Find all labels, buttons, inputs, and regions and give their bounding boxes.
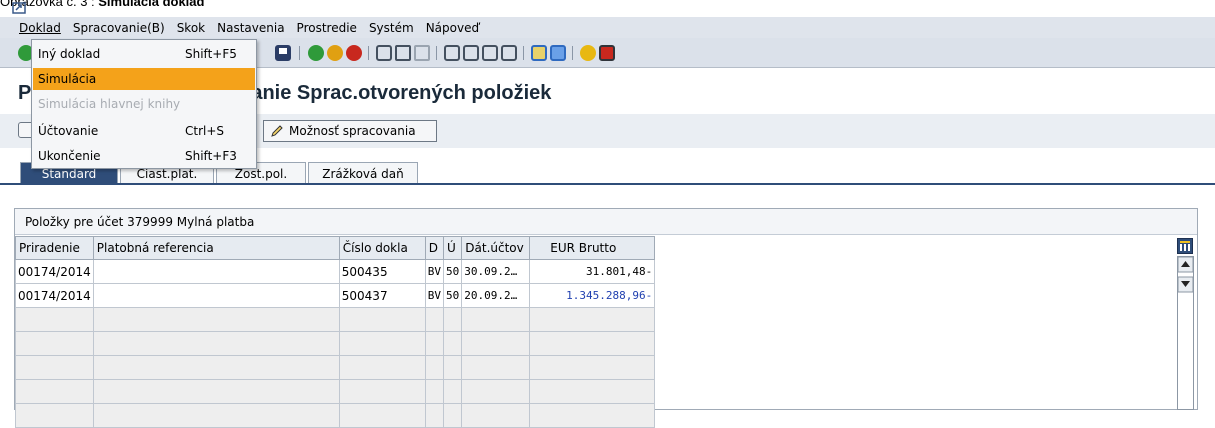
column-header[interactable]: Dát.účtov [461, 236, 531, 260]
empty-table-row [15, 379, 656, 404]
print-icon[interactable] [376, 45, 392, 61]
find-next-icon[interactable] [414, 45, 430, 61]
table-settings-icon[interactable] [1177, 238, 1193, 254]
menu-item-shortcut: Shift+F5 [185, 47, 237, 61]
last-page-icon[interactable] [501, 45, 517, 61]
cancel-icon[interactable] [346, 45, 362, 61]
table-title-text: Položky pre účet 379999 Mylná platba [25, 214, 255, 229]
table-title: Položky pre účet 379999 Mylná platba [15, 209, 1197, 235]
toolbar-separator [436, 46, 437, 60]
cell-payment-reference[interactable] [92, 283, 340, 308]
caption-bold: Simulácia doklad [98, 0, 205, 9]
menu-item-label: Iný doklad [38, 47, 101, 61]
menu-item-label: Ukončenie [38, 149, 101, 163]
cell-assignment[interactable]: 00174/2014 [15, 283, 94, 308]
processing-options-label: Možnosť spracovania [289, 124, 416, 138]
column-header[interactable]: Platobná referencia [92, 236, 340, 260]
menu-item-label: Účtovanie [38, 124, 99, 138]
vertical-scrollbar[interactable] [1177, 256, 1194, 410]
toolbar-separator [572, 46, 573, 60]
help-icon[interactable] [580, 45, 596, 61]
cell-posting-key[interactable]: 50 [443, 283, 463, 308]
screenshot-caption: Obrazovka č. 3 : Simulácia doklad [0, 0, 204, 9]
system-menu-icon[interactable] [12, 1, 26, 15]
menu-item-exit[interactable]: Ukončenie Shift+F3 [33, 145, 255, 167]
menu-doklad[interactable]: Doklad [19, 21, 61, 35]
menu-nastavenia[interactable]: Nastavenia [217, 21, 284, 35]
pencil-icon [271, 125, 283, 137]
menu-item-simulation[interactable]: Simulácia [33, 68, 255, 90]
first-page-icon[interactable] [444, 45, 460, 61]
back-icon[interactable] [308, 45, 324, 61]
menu-napoved[interactable]: Nápoveď [426, 21, 479, 35]
cell-payment-reference[interactable] [92, 259, 340, 284]
column-header[interactable]: Ú [443, 236, 463, 260]
cell-doc-type[interactable]: BV [424, 283, 445, 308]
empty-table-row [15, 331, 656, 356]
menu-item-shortcut: Shift+F3 [185, 149, 237, 163]
customize-layout-icon[interactable] [599, 45, 615, 61]
previous-page-icon[interactable] [463, 45, 479, 61]
doklad-dropdown-menu: Iný doklad Shift+F5 Simulácia Simulácia … [31, 39, 257, 169]
menu-spracovanie[interactable]: Spracovanie(B) [73, 21, 165, 35]
table-row[interactable]: 00174/2014 500435 BV 50 30.09.2… 31.801,… [15, 259, 656, 284]
page-title-first: P [18, 82, 32, 104]
page-title-rest: anie Sprac.otvorených položiek [251, 82, 552, 104]
cell-amount[interactable]: 1.345.288,96- [529, 283, 656, 308]
table-row[interactable]: 00174/2014 500437 BV 50 20.09.2… 1.345.2… [15, 283, 656, 308]
tab-withholding-tax[interactable]: Zrážková daň [308, 162, 418, 184]
column-header[interactable]: Číslo dokla [338, 236, 426, 260]
menu-item-gl-simulation: Simulácia hlavnej knihy [33, 93, 255, 115]
cell-doc-type[interactable]: BV [424, 259, 445, 284]
processing-options-button[interactable]: Možnosť spracovania [263, 120, 437, 142]
menu-system[interactable]: Systém [369, 21, 414, 35]
cell-document-number[interactable]: 500437 [338, 283, 426, 308]
tab-underline [0, 183, 1215, 185]
exit-icon[interactable] [327, 45, 343, 61]
next-page-icon[interactable] [482, 45, 498, 61]
find-icon[interactable] [395, 45, 411, 61]
column-header[interactable]: D [424, 236, 445, 260]
items-table: Priradenie Platobná referencia Číslo dok… [15, 236, 656, 428]
tab-withholding-tax-label: Zrážková daň [322, 166, 404, 181]
shortcut-icon[interactable] [550, 45, 566, 61]
toolbar-separator [523, 46, 524, 60]
menu-item-other-document[interactable]: Iný doklad Shift+F5 [33, 43, 255, 65]
cell-posting-date[interactable]: 20.09.2… [461, 283, 531, 308]
menu-item-shortcut: Ctrl+S [185, 124, 225, 138]
empty-table-row [15, 307, 656, 332]
cell-posting-date[interactable]: 30.09.2… [461, 259, 531, 284]
cell-document-number[interactable]: 500435 [338, 259, 426, 284]
column-header[interactable]: EUR Brutto [529, 236, 656, 260]
menu-item-label: Simulácia hlavnej knihy [38, 97, 181, 111]
create-session-icon[interactable] [531, 45, 547, 61]
menu-bar: Doklad Spracovanie(B) Skok Nastavenia Pr… [0, 17, 1215, 38]
save-icon[interactable] [275, 45, 291, 61]
menu-skok[interactable]: Skok [177, 21, 205, 35]
table-header-row: Priradenie Platobná referencia Číslo dok… [15, 236, 656, 260]
column-header[interactable]: Priradenie [15, 236, 94, 260]
menu-prostredie[interactable]: Prostredie [297, 21, 357, 35]
toolbar-separator [299, 46, 300, 60]
cell-assignment[interactable]: 00174/2014 [15, 259, 94, 284]
cell-posting-key[interactable]: 50 [443, 259, 463, 284]
menu-item-posting[interactable]: Účtovanie Ctrl+S [33, 120, 255, 142]
cell-amount[interactable]: 31.801,48- [529, 259, 656, 284]
empty-table-row [15, 355, 656, 380]
empty-table-row [15, 403, 656, 428]
toolbar-separator [368, 46, 369, 60]
menu-item-label: Simulácia [38, 72, 97, 86]
